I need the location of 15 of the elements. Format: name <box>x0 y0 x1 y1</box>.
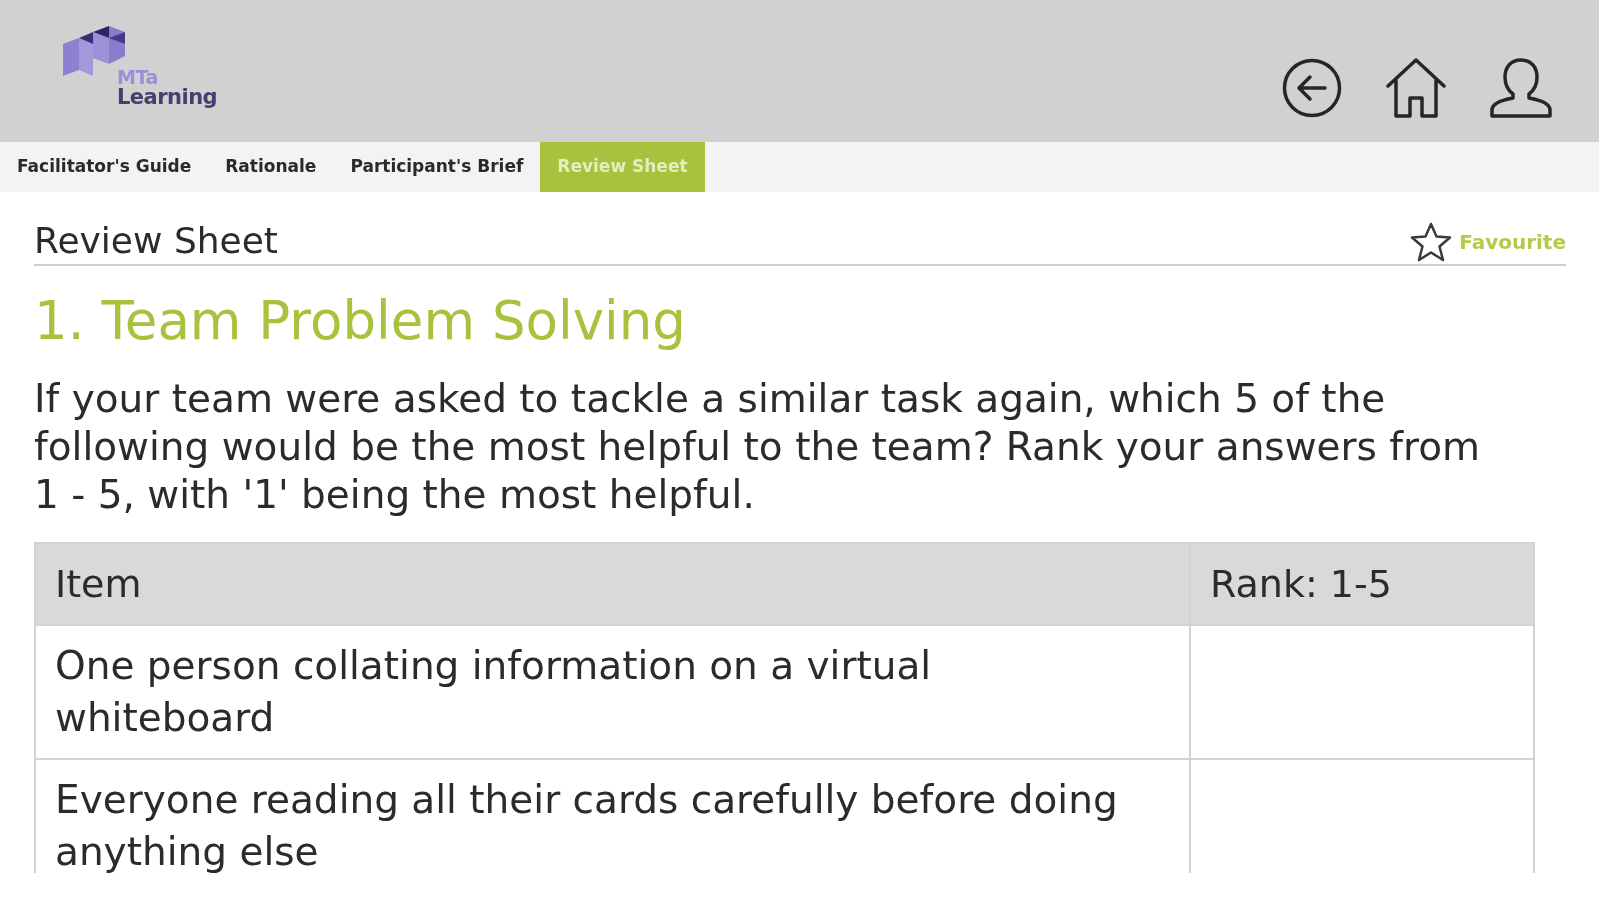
user-icon[interactable] <box>1490 58 1552 118</box>
section-heading: 1. Team Problem Solving <box>34 291 687 351</box>
back-icon[interactable] <box>1282 58 1342 118</box>
column-header: Rank: 1-5 <box>1190 543 1534 625</box>
tab[interactable]: Facilitator's Guide <box>0 142 209 192</box>
tab[interactable]: Rationale <box>208 142 334 192</box>
logo-text: Learning <box>117 87 218 108</box>
item-cell: One person collating information on a virtual whiteboard <box>35 625 1190 759</box>
tab[interactable]: Participant's Brief <box>333 142 541 192</box>
logo-text: MTa <box>117 68 159 87</box>
item-cell: Everyone reading all their cards carefully before doing anything else <box>35 759 1190 873</box>
instructions-text: If your team were asked to tackle a similar task again, which 5 of the following would be the most helpful to the team? Rank your answers from 1 - 5, with '1' being the most helpful. <box>34 375 1482 519</box>
home-icon[interactable] <box>1386 58 1446 118</box>
page-title: Review Sheet <box>34 219 278 263</box>
column-header: Item <box>35 543 1190 625</box>
